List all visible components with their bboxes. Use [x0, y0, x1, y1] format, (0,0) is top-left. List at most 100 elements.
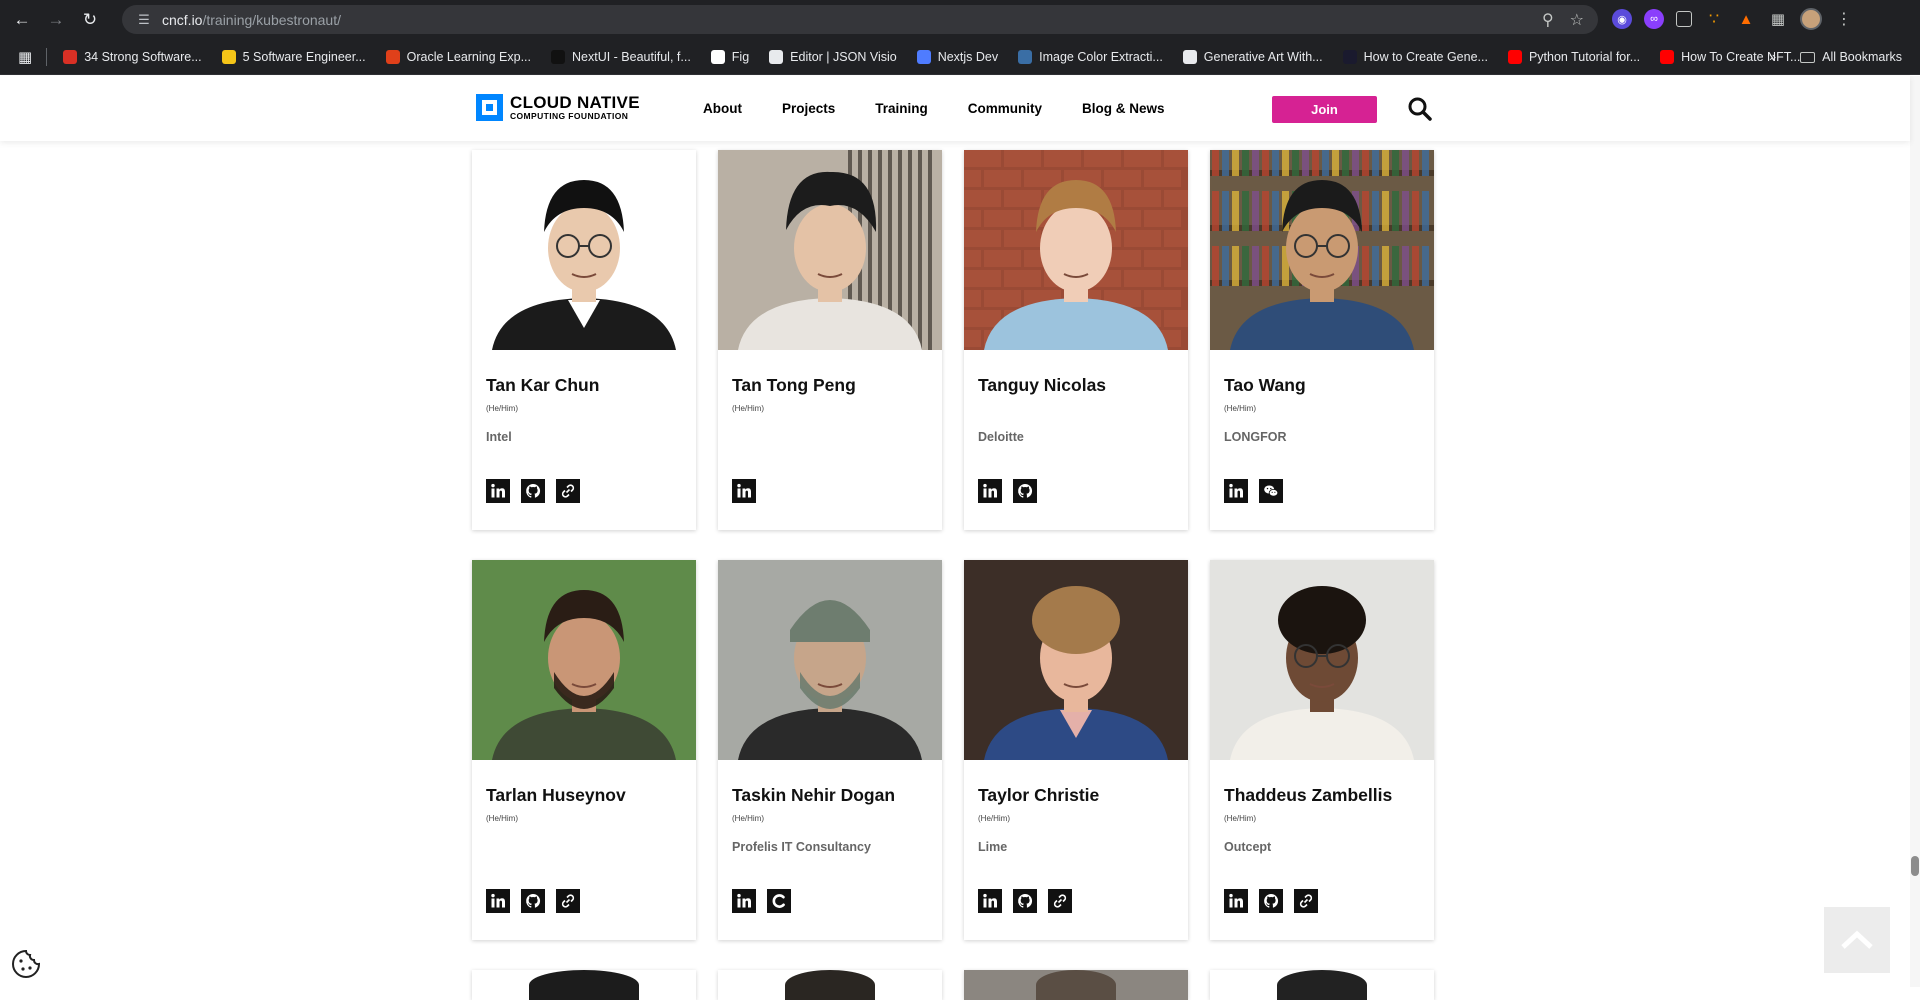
folder-icon: [1800, 51, 1816, 63]
bookmarks-divider: [46, 47, 48, 66]
forward-arrow-icon[interactable]: →: [44, 8, 68, 32]
rss-extension-icon[interactable]: ∵: [1704, 9, 1724, 29]
scrollbar-thumb[interactable]: [1911, 856, 1919, 876]
extension-icon[interactable]: ◉: [1612, 9, 1632, 29]
browser-menu-icon[interactable]: ⋮: [1834, 9, 1854, 29]
linkedin-icon[interactable]: [978, 889, 1002, 913]
nav-projects[interactable]: Projects: [782, 101, 835, 116]
extensions-area: ◉ ∞ ∵ ▲ ▦ ⋮: [1612, 8, 1854, 30]
linkedin-icon[interactable]: [1224, 479, 1248, 503]
nav-blog-news[interactable]: Blog & News: [1082, 101, 1165, 116]
cncf-logo-mark-icon: [476, 94, 503, 121]
back-to-top-button[interactable]: [1824, 907, 1890, 973]
link-icon[interactable]: [1294, 889, 1318, 913]
extensions-puzzle-icon[interactable]: ▦: [1768, 9, 1788, 29]
bookmark-item[interactable]: Oracle Learning Exp...: [385, 49, 531, 64]
bookmark-label: 5 Software Engineer...: [242, 49, 366, 64]
bookmark-favicon-icon: [1342, 49, 1357, 64]
reload-icon[interactable]: ↻: [78, 8, 102, 32]
link-icon[interactable]: [1048, 889, 1072, 913]
person-company: Profelis IT Consultancy: [732, 840, 871, 854]
person-name: Tan Tong Peng: [732, 375, 856, 395]
nav-training[interactable]: Training: [875, 101, 928, 116]
linkedin-icon[interactable]: [486, 479, 510, 503]
bookmark-label: Oracle Learning Exp...: [406, 49, 531, 64]
cncf-logo[interactable]: CLOUD NATIVE COMPUTING FOUNDATION: [476, 94, 640, 121]
github-icon[interactable]: [1013, 479, 1037, 503]
bookmark-item[interactable]: Nextjs Dev: [916, 49, 998, 64]
bookmark-item[interactable]: Editor | JSON Visio: [769, 49, 897, 64]
person-company: Intel: [486, 430, 512, 444]
screenshot-extension-icon[interactable]: [1676, 11, 1692, 27]
zoom-icon[interactable]: ⚲: [1542, 10, 1554, 30]
linkedin-icon[interactable]: [978, 479, 1002, 503]
cookie-settings-icon[interactable]: [10, 948, 42, 980]
profile-photo: [964, 150, 1188, 350]
kubestronaut-card: Tanguy Nicolas Deloitte: [964, 150, 1188, 530]
join-button[interactable]: Join: [1272, 96, 1377, 123]
bookmark-label: NextUI - Beautiful, f...: [572, 49, 691, 64]
bookmark-item[interactable]: How to Create Gene...: [1342, 49, 1488, 64]
extension-icon[interactable]: ▲: [1736, 9, 1756, 29]
bookmark-label: Python Tutorial for...: [1528, 49, 1641, 64]
github-icon[interactable]: [1013, 889, 1037, 913]
profile-avatar[interactable]: [1800, 8, 1822, 30]
all-bookmarks-folder[interactable]: All Bookmarks: [1800, 50, 1902, 64]
bookmark-favicon-icon: [385, 49, 400, 64]
linkedin-icon[interactable]: [486, 889, 510, 913]
bookmark-item[interactable]: NextUI - Beautiful, f...: [551, 49, 691, 64]
bookmark-label: 34 Strong Software...: [84, 49, 202, 64]
search-icon[interactable]: [1407, 96, 1433, 122]
bookmark-favicon-icon: [1182, 49, 1197, 64]
nav-about[interactable]: About: [703, 101, 742, 116]
partial-card: [472, 970, 696, 1000]
address-bar[interactable]: ☰ cncf.io/training/kubestronaut/ ⚲ ☆: [122, 5, 1598, 34]
github-icon[interactable]: [521, 479, 545, 503]
chevron-up-icon: [1841, 930, 1873, 949]
person-name: Thaddeus Zambellis: [1224, 785, 1393, 805]
bookmark-label: Image Color Extracti...: [1039, 49, 1163, 64]
nav-community[interactable]: Community: [968, 101, 1042, 116]
bookmark-favicon-icon: [221, 49, 236, 64]
bookmark-item[interactable]: 5 Software Engineer...: [221, 49, 366, 64]
profile-photo: [1210, 150, 1434, 350]
social-links: [1224, 479, 1283, 503]
profile-photo: [964, 560, 1188, 760]
page-scrollbar[interactable]: [1910, 76, 1920, 987]
bookmark-star-icon[interactable]: ☆: [1570, 10, 1584, 30]
bookmark-item[interactable]: Fig: [710, 49, 749, 64]
github-icon[interactable]: [521, 889, 545, 913]
linkedin-icon[interactable]: [1224, 889, 1248, 913]
profile-photo: [472, 150, 696, 350]
apps-grid-icon[interactable]: ▦: [18, 48, 32, 66]
person-pronoun: (He/Him): [486, 404, 518, 413]
wechat-icon[interactable]: [1259, 479, 1283, 503]
linkedin-icon[interactable]: [732, 479, 756, 503]
github-icon[interactable]: [1259, 889, 1283, 913]
partial-card: [1210, 970, 1434, 1000]
social-links: [1224, 889, 1318, 913]
linkedin-icon[interactable]: [732, 889, 756, 913]
link-icon[interactable]: [556, 479, 580, 503]
bookmark-favicon-icon: [551, 49, 565, 64]
link-icon[interactable]: [556, 889, 580, 913]
profile-photo: [718, 150, 942, 350]
extension-icon[interactable]: ∞: [1644, 9, 1664, 29]
more-bookmarks-chevron-icon[interactable]: »: [1769, 50, 1776, 64]
bookmark-item[interactable]: Image Color Extracti...: [1018, 49, 1163, 64]
bookmark-item[interactable]: 34 Strong Software...: [63, 49, 202, 64]
person-name: Tao Wang: [1224, 375, 1306, 395]
kubestronaut-card: Tarlan Huseynov (He/Him): [472, 560, 696, 940]
bookmark-favicon-icon: [1660, 49, 1675, 64]
bookmark-item[interactable]: Python Tutorial for...: [1507, 49, 1641, 64]
person-pronoun: (He/Him): [732, 404, 764, 413]
social-links: [978, 479, 1037, 503]
credly-icon[interactable]: [767, 889, 791, 913]
partial-card: [964, 970, 1188, 1000]
back-arrow-icon[interactable]: ←: [10, 8, 34, 32]
social-links: [732, 889, 791, 913]
kubestronaut-card: Tan Kar Chun (He/Him) Intel: [472, 150, 696, 530]
bookmark-item[interactable]: Generative Art With...: [1182, 49, 1323, 64]
person-name: Tanguy Nicolas: [978, 375, 1107, 395]
site-info-icon[interactable]: ☰: [136, 12, 152, 28]
